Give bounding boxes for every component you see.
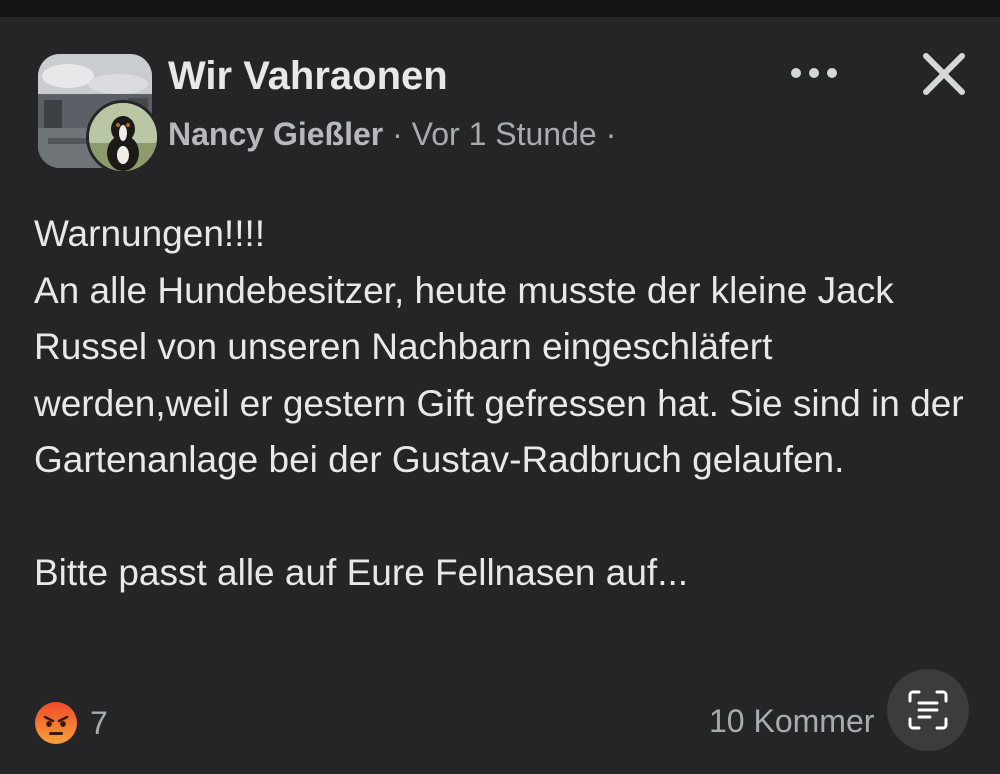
author-avatar[interactable]: [86, 100, 160, 174]
close-button[interactable]: [916, 46, 972, 102]
post-closing-line: Bitte passt alle auf Eure Fellnasen auf.…: [34, 552, 689, 593]
comments-count-link[interactable]: 10 Kommer: [709, 703, 874, 740]
more-horizontal-icon: [791, 68, 837, 78]
reaction-count: 7: [90, 704, 108, 741]
post-meta: Nancy Gießler · Vor 1 Stunde ·: [168, 116, 616, 153]
text-scan-icon: [908, 690, 948, 730]
text-scan-button[interactable]: [887, 669, 969, 751]
angry-emoji-icon: [35, 702, 77, 744]
post-time[interactable]: Vor 1 Stunde: [412, 116, 597, 152]
post-body: Warnungen!!!! An alle Hundebesitzer, heu…: [34, 206, 974, 602]
top-status-strip: [0, 0, 1000, 17]
meta-separator-trailing: ·: [596, 116, 617, 152]
close-icon: [923, 53, 965, 95]
author-name[interactable]: Nancy Gießler: [168, 116, 383, 152]
post-paragraph: An alle Hundebesitzer, heute musste der …: [34, 269, 964, 481]
reaction-summary[interactable]: 7: [34, 700, 108, 746]
meta-separator: ·: [383, 116, 412, 152]
more-options-button[interactable]: [786, 56, 842, 90]
post-headline: Warnungen!!!!: [34, 213, 266, 254]
group-name[interactable]: Wir Vahraonen: [168, 54, 448, 99]
